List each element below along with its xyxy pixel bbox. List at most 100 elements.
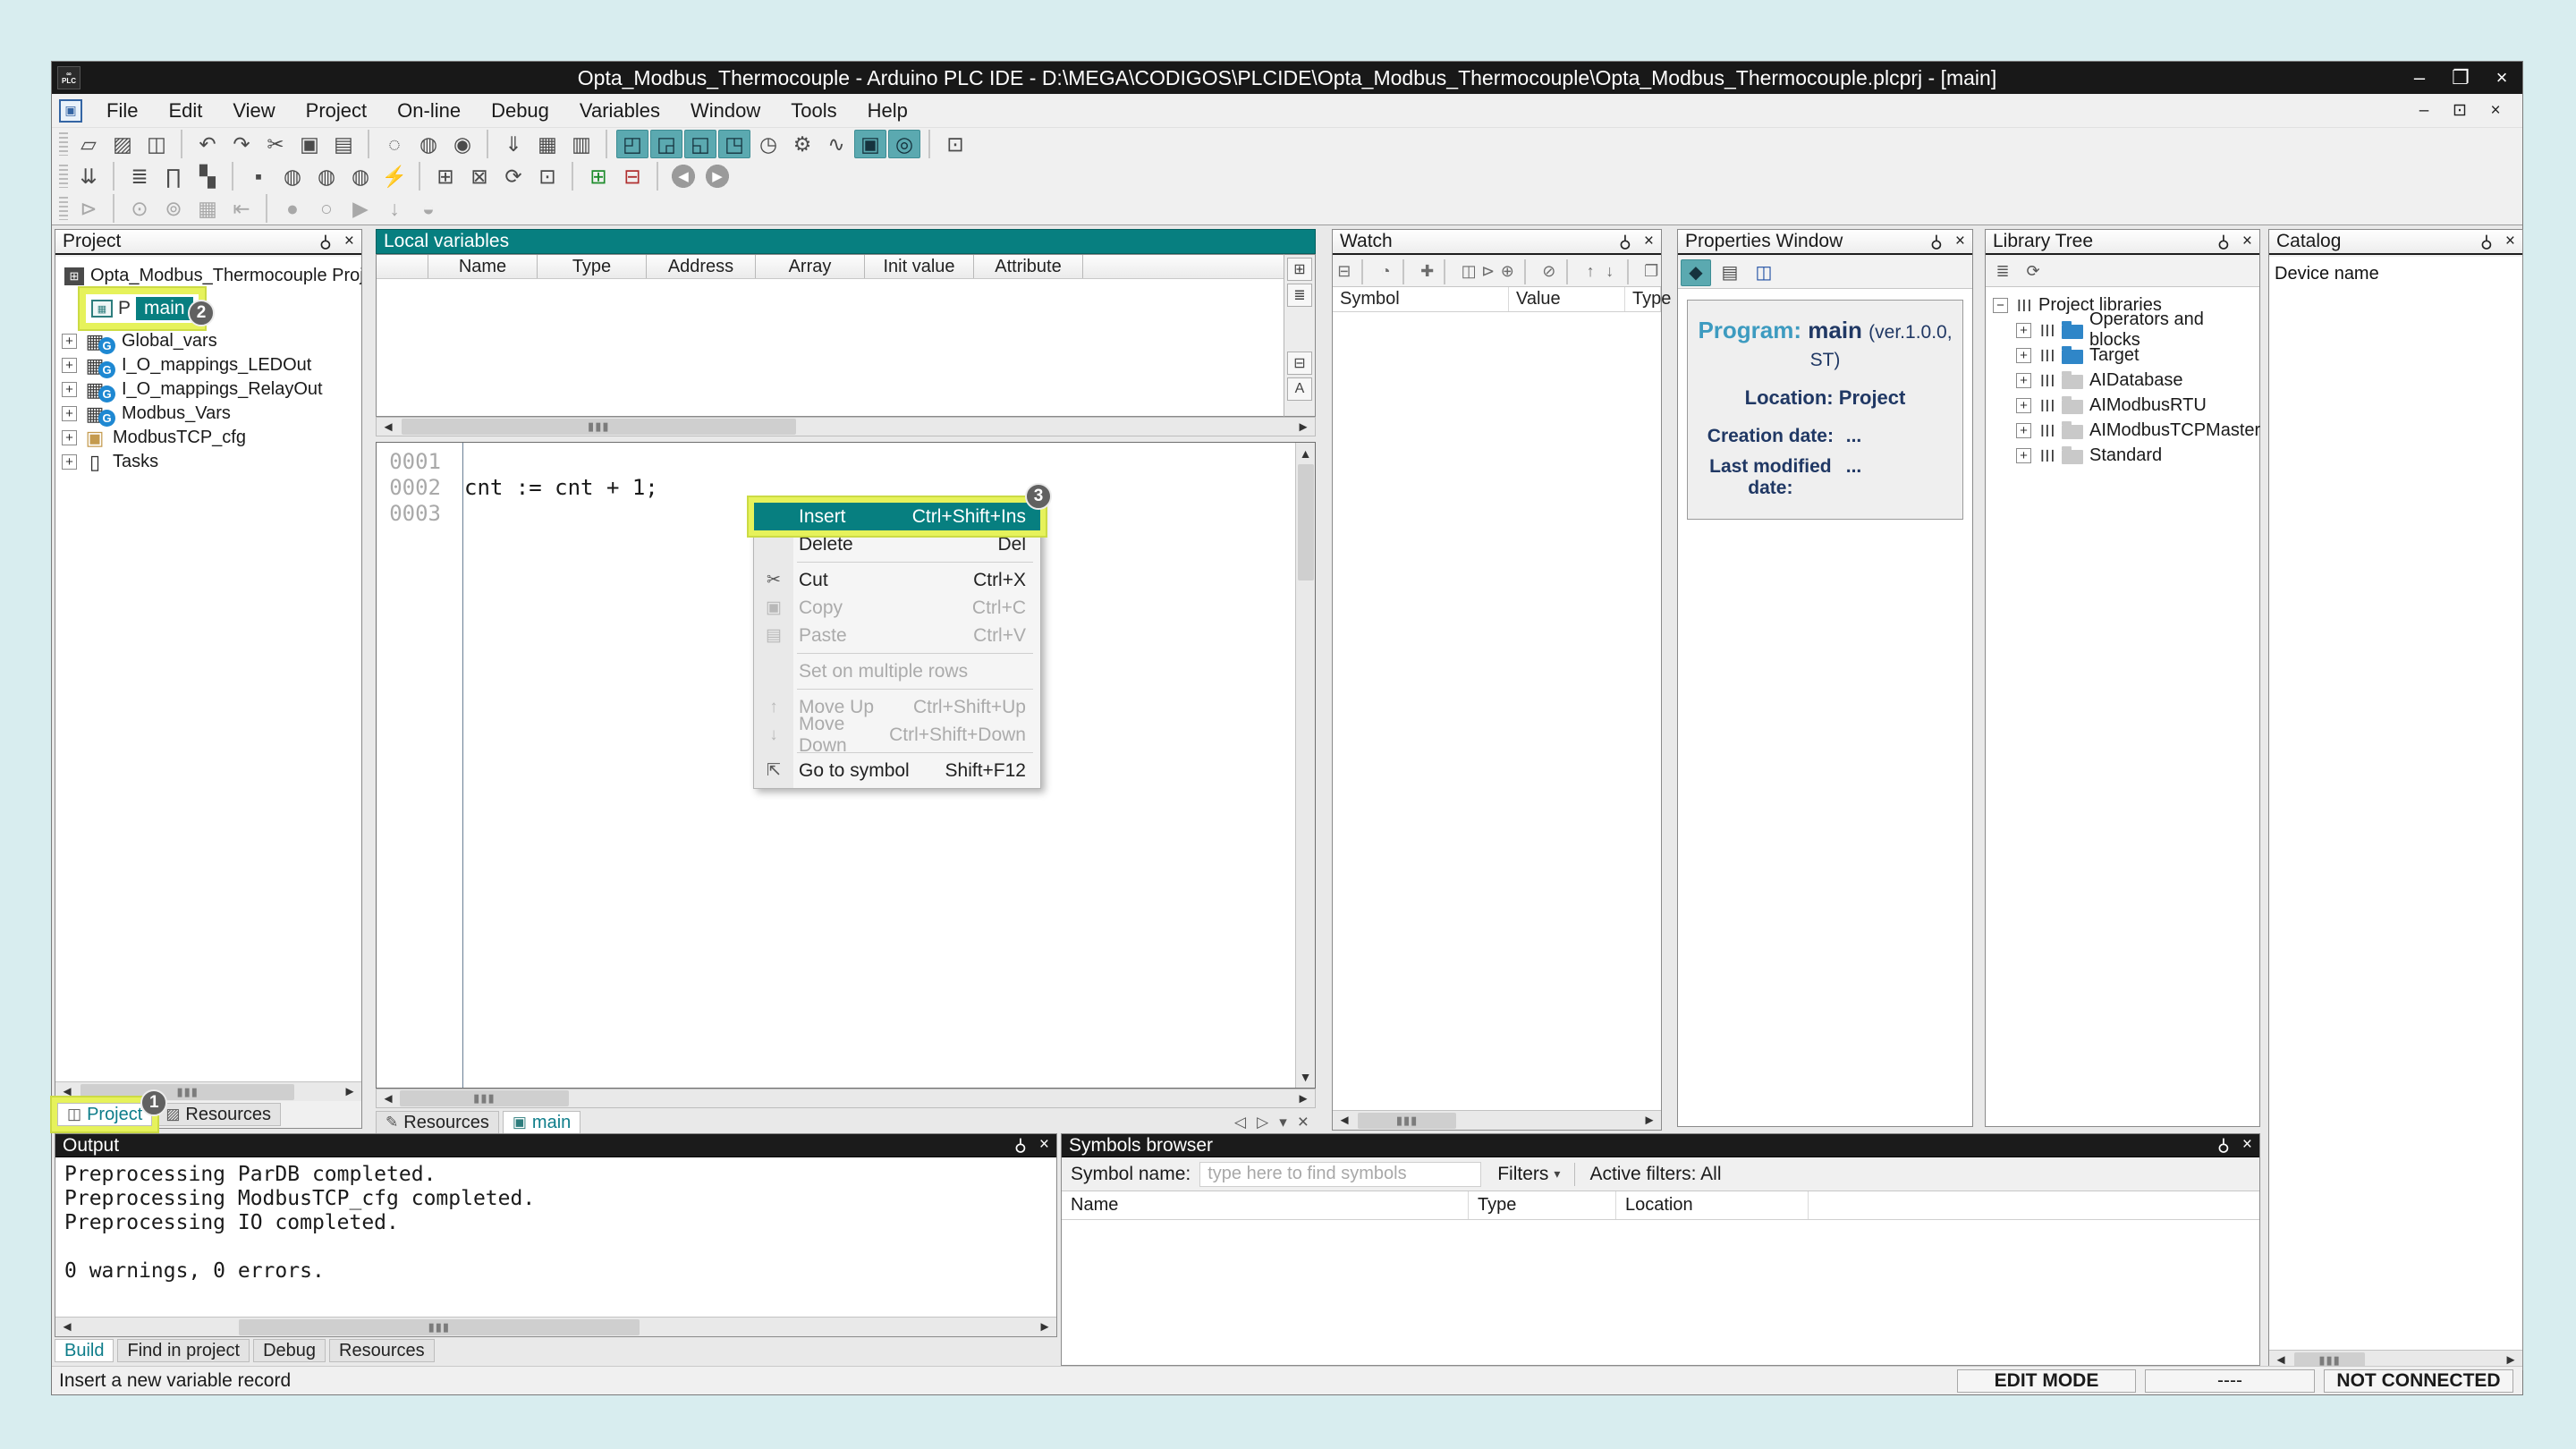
pin-icon[interactable]: ⚲ — [1930, 232, 1943, 252]
new-project-button[interactable]: ▱ — [72, 130, 105, 158]
menu-help[interactable]: Help — [852, 94, 923, 128]
expand-icon[interactable] — [62, 382, 77, 397]
tree-item[interactable]: ▦ G I_O_mappings_LEDOut — [55, 353, 361, 377]
watch-horizontal-scrollbar[interactable]: ◄ ▮▮▮ ► — [1333, 1110, 1661, 1130]
stop-communication-button[interactable]: ▪ — [242, 162, 275, 191]
breakpoints-button[interactable]: ▦ — [191, 194, 224, 223]
restore-button[interactable]: ❐ — [2440, 62, 2481, 94]
context-delete[interactable]: Delete Del — [754, 530, 1040, 558]
context-move-down[interactable]: ↓ Move Down Ctrl+Shift+Down — [754, 721, 1040, 749]
watch-lock-button[interactable]: ◔ — [1377, 259, 1394, 284]
context-copy[interactable]: ▣ Copy Ctrl+C — [754, 594, 1040, 622]
toolbar-grip[interactable] — [59, 132, 68, 156]
symbol-search-input[interactable] — [1199, 1162, 1481, 1187]
column-header[interactable]: Type — [538, 255, 647, 278]
toggle-output-window-button[interactable]: ◷ — [752, 130, 784, 158]
scroll-thumb[interactable]: ▮▮▮ — [80, 1084, 294, 1100]
download-sources-button[interactable]: ◍ — [310, 162, 343, 191]
expand-icon[interactable] — [2016, 423, 2031, 438]
build-button[interactable]: ⇊ — [72, 162, 105, 191]
expand-icon[interactable] — [62, 334, 77, 349]
column-header[interactable]: Name — [1062, 1191, 1469, 1219]
output-log[interactable]: Preprocessing ParDB completed.Preprocess… — [55, 1157, 1056, 1317]
context-cut[interactable]: ✂ Cut Ctrl+X — [754, 566, 1040, 594]
expand-icon[interactable] — [2016, 323, 2031, 338]
library-item[interactable]: ☰ Operators and blocks — [1986, 318, 2259, 343]
navigate-back-button[interactable]: ◀ — [667, 162, 699, 191]
halt-button[interactable]: ↓ — [378, 194, 411, 223]
context-insert[interactable]: Insert Ctrl+Shift+Ins — [754, 503, 1040, 530]
close-icon[interactable]: × — [1644, 232, 1654, 252]
library-item[interactable]: ☰ AIDatabase — [1986, 368, 2259, 393]
context-paste[interactable]: ▤ Paste Ctrl+V — [754, 622, 1040, 649]
library-item[interactable]: ☰ Standard — [1986, 443, 2259, 468]
scroll-right-icon[interactable]: ► — [1292, 1091, 1315, 1106]
close-icon[interactable]: × — [344, 232, 354, 252]
project-horizontal-scrollbar[interactable]: ◄ ▮▮▮ ► — [55, 1081, 361, 1101]
options-button[interactable]: ⚙ — [786, 130, 818, 158]
save-project-button[interactable]: ◫ — [140, 130, 173, 158]
properties-save-button[interactable]: ◫ — [1749, 259, 1779, 286]
connect-button[interactable]: ∏ — [157, 162, 190, 191]
pin-icon[interactable]: ⚲ — [319, 232, 332, 252]
add-to-watch-button[interactable]: ⇤ — [225, 194, 258, 223]
download-resources-button[interactable]: ◍ — [344, 162, 377, 191]
record-trigger-button[interactable]: ● — [276, 194, 309, 223]
pin-icon[interactable]: ⚲ — [1619, 232, 1631, 252]
tab-editor-main[interactable]: ▣ main — [503, 1111, 580, 1134]
mdi-restore-button[interactable]: ⊡ — [2442, 97, 2478, 124]
watch-move-down-button[interactable]: ↓ — [1601, 259, 1619, 284]
simulation-mode-button[interactable]: ▚ — [191, 162, 224, 191]
scroll-right-icon[interactable]: ► — [1033, 1319, 1056, 1335]
watch-add-symbol-button[interactable]: ✚ — [1419, 259, 1436, 284]
delete-record-button[interactable]: ⊟ — [616, 162, 648, 191]
redo-button[interactable]: ↷ — [225, 130, 258, 158]
menu-edit[interactable]: Edit — [153, 94, 217, 128]
minimize-button[interactable]: – — [2399, 62, 2440, 94]
output-tab-resources[interactable]: Resources — [329, 1339, 435, 1362]
pin-icon[interactable]: ⚲ — [2217, 1135, 2230, 1156]
device-connection-settings-button[interactable]: ≣ — [123, 162, 156, 191]
toggle-symbols-browser-button[interactable]: ◎ — [888, 130, 920, 158]
scroll-thumb[interactable]: ▮▮▮ — [239, 1319, 640, 1335]
tab-editor-resources[interactable]: ✎ Resources — [376, 1111, 499, 1134]
copy-button[interactable]: ▣ — [293, 130, 326, 158]
collapse-icon[interactable] — [1993, 298, 2008, 313]
expand-icon[interactable] — [2016, 448, 2031, 463]
print-button[interactable]: ▦ — [531, 130, 564, 158]
pin-icon[interactable]: ⚲ — [2217, 232, 2230, 252]
run-button[interactable]: ▶ — [344, 194, 377, 223]
scroll-up-icon[interactable]: ▲ — [1300, 443, 1312, 464]
column-header[interactable]: Name — [428, 255, 538, 278]
tab-nav-prev-icon[interactable]: ◁ — [1234, 1114, 1246, 1131]
tree-item[interactable]: ▦ G Global_vars — [55, 329, 361, 353]
expand-icon[interactable] — [62, 358, 77, 373]
close-icon[interactable]: × — [1955, 232, 1965, 252]
library-item[interactable]: ☰ AIModbusTCPMaster — [1986, 418, 2259, 443]
watch-windows-button[interactable]: ❐ — [1642, 259, 1660, 284]
tab-list-icon[interactable]: ▾ — [1279, 1114, 1287, 1131]
column-header[interactable]: Symbol — [1333, 287, 1509, 311]
column-header[interactable]: Array — [756, 255, 865, 278]
pin-icon[interactable]: ⚲ — [1014, 1135, 1027, 1156]
mdi-close-button[interactable]: × — [2478, 97, 2513, 124]
scroll-right-icon[interactable]: ► — [338, 1084, 361, 1099]
code-line[interactable]: 0001 — [377, 448, 1315, 474]
context-set-multiple-rows[interactable]: Set on multiple rows — [754, 657, 1040, 685]
scroll-left-icon[interactable]: ◄ — [55, 1319, 79, 1335]
toolbar-grip[interactable] — [59, 165, 68, 188]
watch-list-button[interactable]: ⊟ — [1335, 259, 1353, 284]
find-in-project-button[interactable]: ◉ — [446, 130, 479, 158]
download-code-button[interactable]: ⇓ — [497, 130, 530, 158]
menu-variables[interactable]: Variables — [564, 94, 675, 128]
close-icon[interactable]: × — [1039, 1135, 1049, 1156]
scroll-left-icon[interactable]: ◄ — [377, 419, 400, 435]
output-horizontal-scrollbar[interactable]: ◄ ▮▮▮ ► — [55, 1317, 1056, 1336]
tab-project[interactable]: ◫ Project 1 — [57, 1103, 152, 1126]
scroll-right-icon[interactable]: ► — [1292, 419, 1315, 435]
context-go-to-symbol[interactable]: ⇱ Go to symbol Shift+F12 — [754, 757, 1040, 784]
toolbar-grip[interactable] — [59, 197, 68, 220]
watch-save-button[interactable]: ◫ — [1460, 259, 1478, 284]
close-icon[interactable]: × — [2242, 232, 2252, 252]
local-variables-grid[interactable]: NameTypeAddressArrayInit valueAttribute — [376, 254, 1316, 417]
